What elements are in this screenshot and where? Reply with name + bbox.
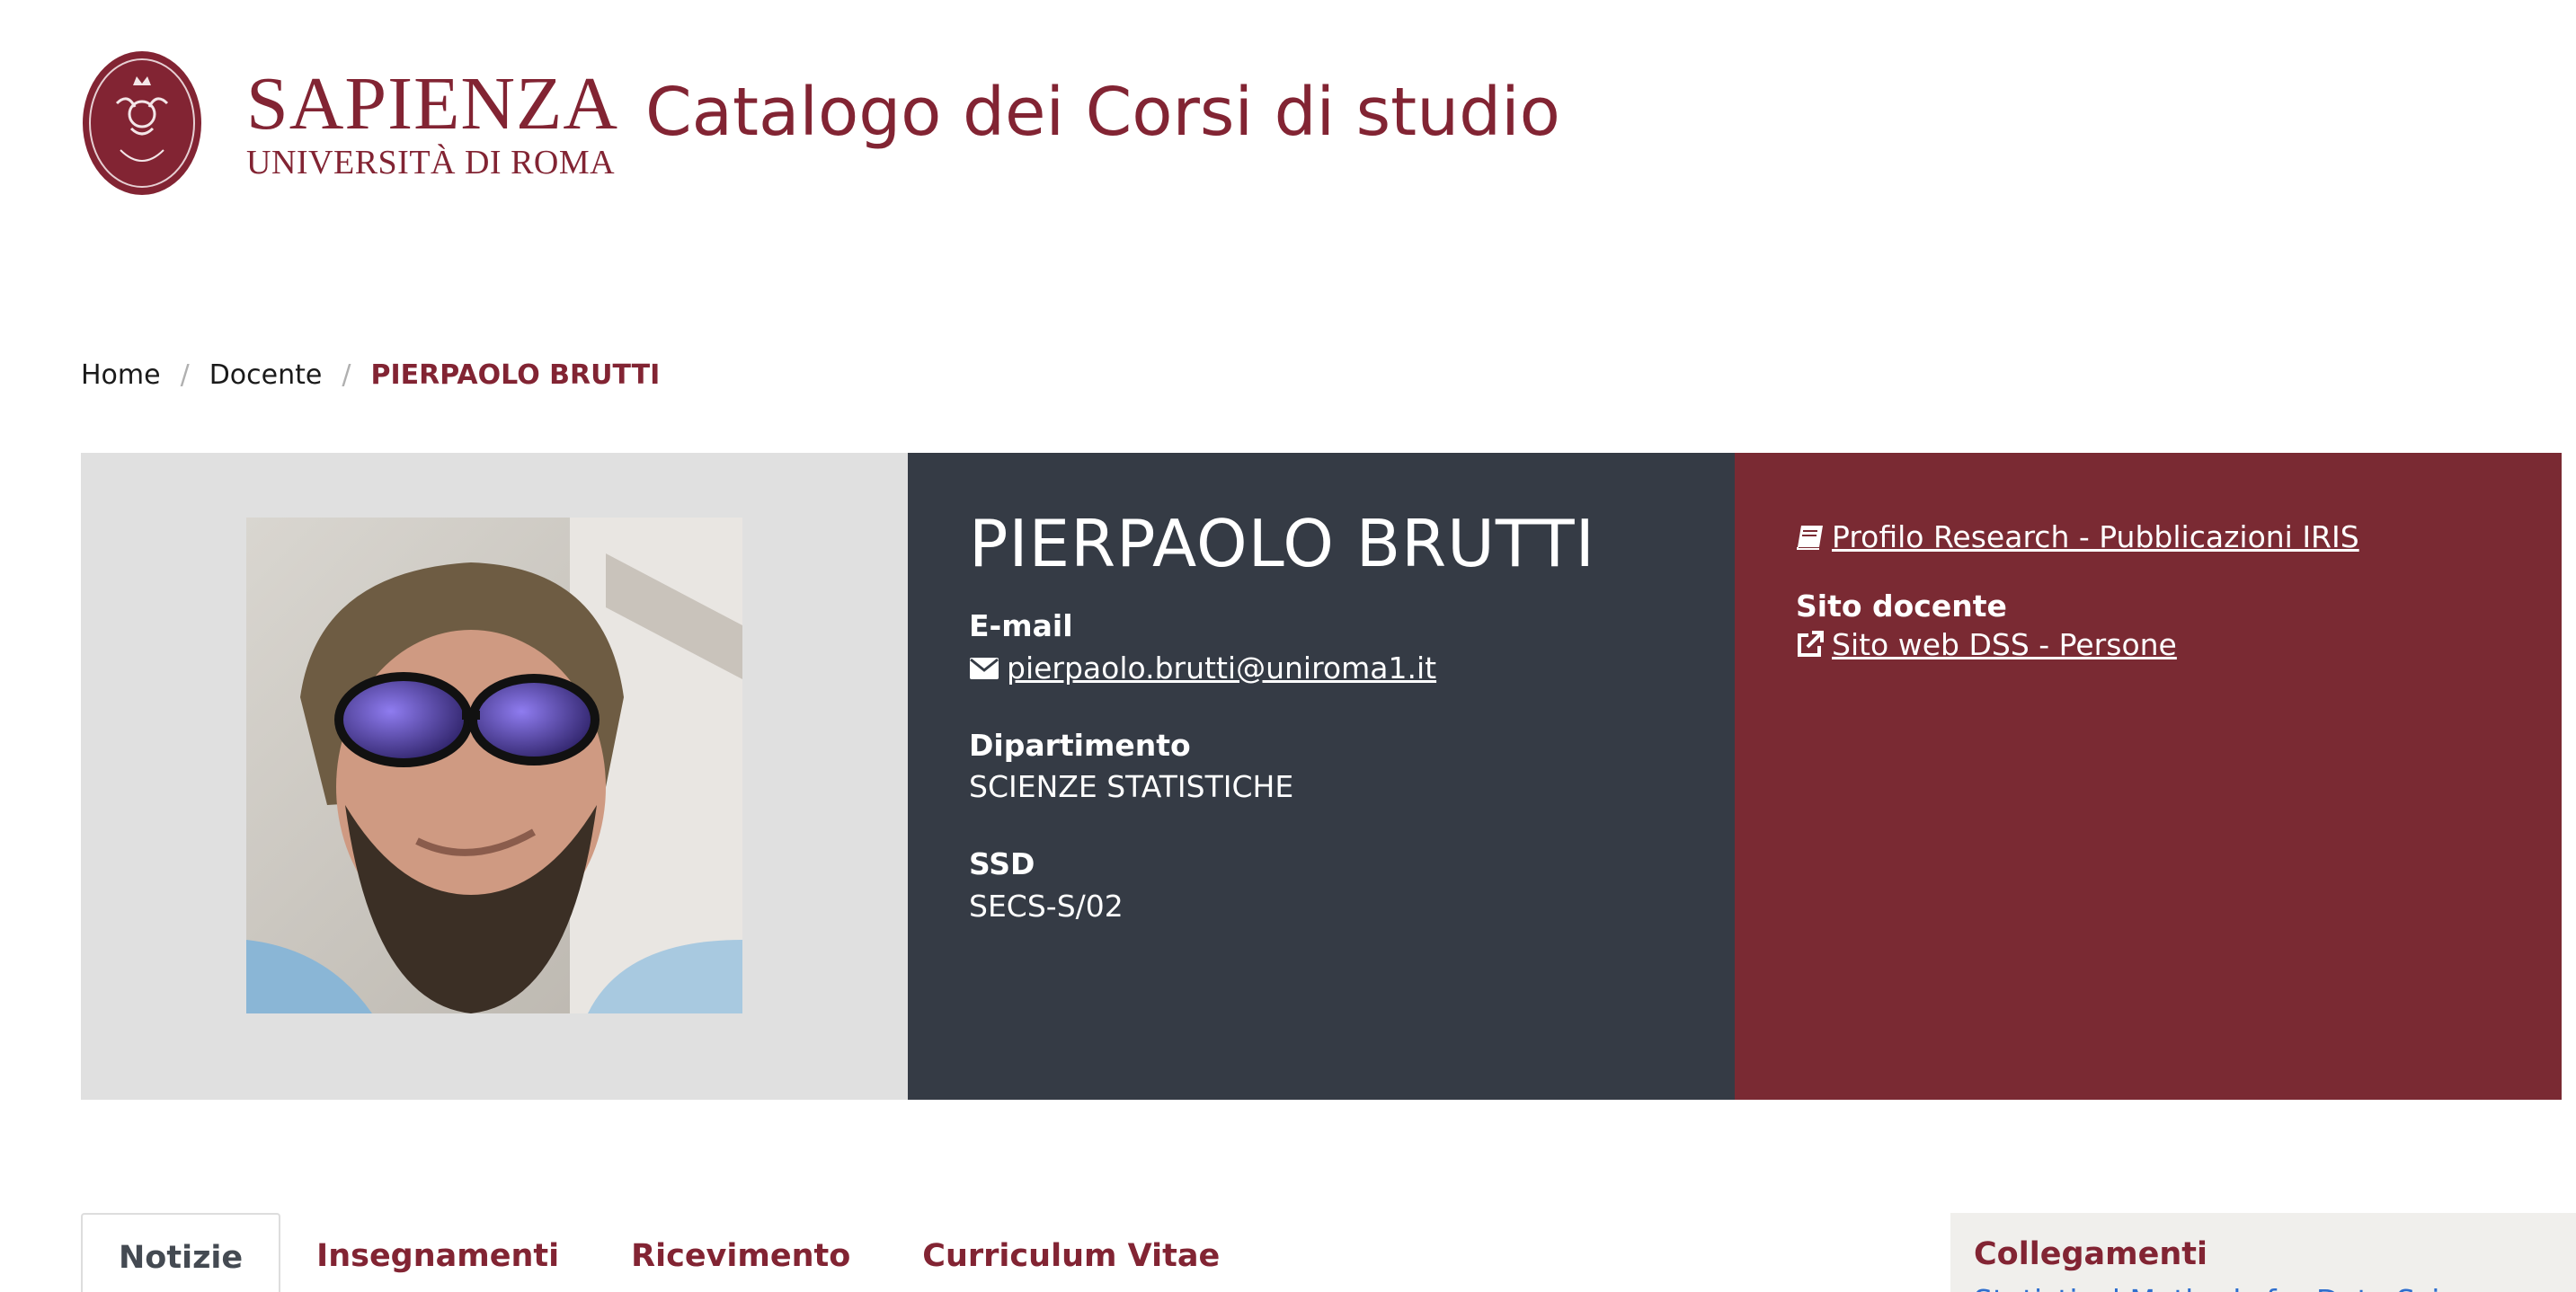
tab-curriculum-vitae[interactable]: Curriculum Vitae	[886, 1213, 1256, 1292]
breadcrumb-separator: /	[342, 359, 351, 391]
ssd-value: SECS-S/02	[969, 888, 1124, 924]
ssd-label: SSD	[969, 845, 1035, 881]
external-link-icon	[1798, 631, 1824, 658]
envelope-icon	[970, 657, 999, 679]
tab-insegnamenti[interactable]: Insegnamenti	[280, 1213, 595, 1292]
tab-notizie[interactable]: Notizie	[81, 1213, 281, 1292]
logo-link[interactable]: SAPIENZA UNIVERSITÀ DI ROMA	[81, 49, 618, 197]
collegamenti-link[interactable]: Statistical Methods for Data Science	[1974, 1283, 2576, 1292]
department-label: Dipartimento	[969, 727, 1191, 763]
department-value: SCIENZE STATISTICHE	[969, 769, 1294, 805]
breadcrumb-separator: /	[180, 359, 190, 391]
site-docente-link[interactable]: Sito web DSS - Persone	[1832, 627, 2177, 662]
profile-photo	[246, 518, 742, 1013]
profile-links-panel: Profilo Research - Pubblicazioni IRIS Si…	[1735, 453, 2562, 1100]
breadcrumb-home[interactable]: Home	[81, 359, 161, 391]
logo-subtitle: UNIVERSITÀ DI ROMA	[246, 144, 616, 181]
site-docente-label: Sito docente	[1796, 588, 2007, 624]
tab-ricevimento[interactable]: Ricevimento	[595, 1213, 886, 1292]
collegamenti-title: Collegamenti	[1974, 1236, 2207, 1272]
site-header: SAPIENZA UNIVERSITÀ DI ROMA	[81, 47, 618, 199]
site-title[interactable]: Catalogo dei Corsi di studio	[645, 74, 1560, 151]
profile-band: PIERPAOLO BRUTTI E-mail pierpaolo.brutti…	[81, 453, 2562, 1100]
logo-name: SAPIENZA	[246, 62, 619, 146]
email-link[interactable]: pierpaolo.brutti@uniroma1.it	[1007, 647, 1436, 690]
breadcrumb: Home / Docente / PIERPAOLO BRUTTI	[81, 359, 660, 391]
email-label: E-mail	[969, 608, 1073, 644]
collegamenti-box: Collegamenti Statistical Methods for Dat…	[1950, 1213, 2576, 1292]
book-icon	[1797, 525, 1823, 550]
breadcrumb-current: PIERPAOLO BRUTTI	[370, 359, 661, 391]
profile-photo-panel	[81, 453, 908, 1100]
person-name: PIERPAOLO BRUTTI	[969, 506, 1595, 581]
research-profile-link[interactable]: Profilo Research - Pubblicazioni IRIS	[1832, 519, 2359, 554]
profile-tabs: Notizie Insegnamenti Ricevimento Curricu…	[81, 1213, 1256, 1292]
breadcrumb-docente[interactable]: Docente	[209, 359, 323, 391]
logo-wordmark: SAPIENZA UNIVERSITÀ DI ROMA	[246, 62, 619, 181]
profile-info-panel: PIERPAOLO BRUTTI E-mail pierpaolo.brutti…	[908, 453, 1735, 1100]
sapienza-seal-icon	[83, 51, 201, 195]
